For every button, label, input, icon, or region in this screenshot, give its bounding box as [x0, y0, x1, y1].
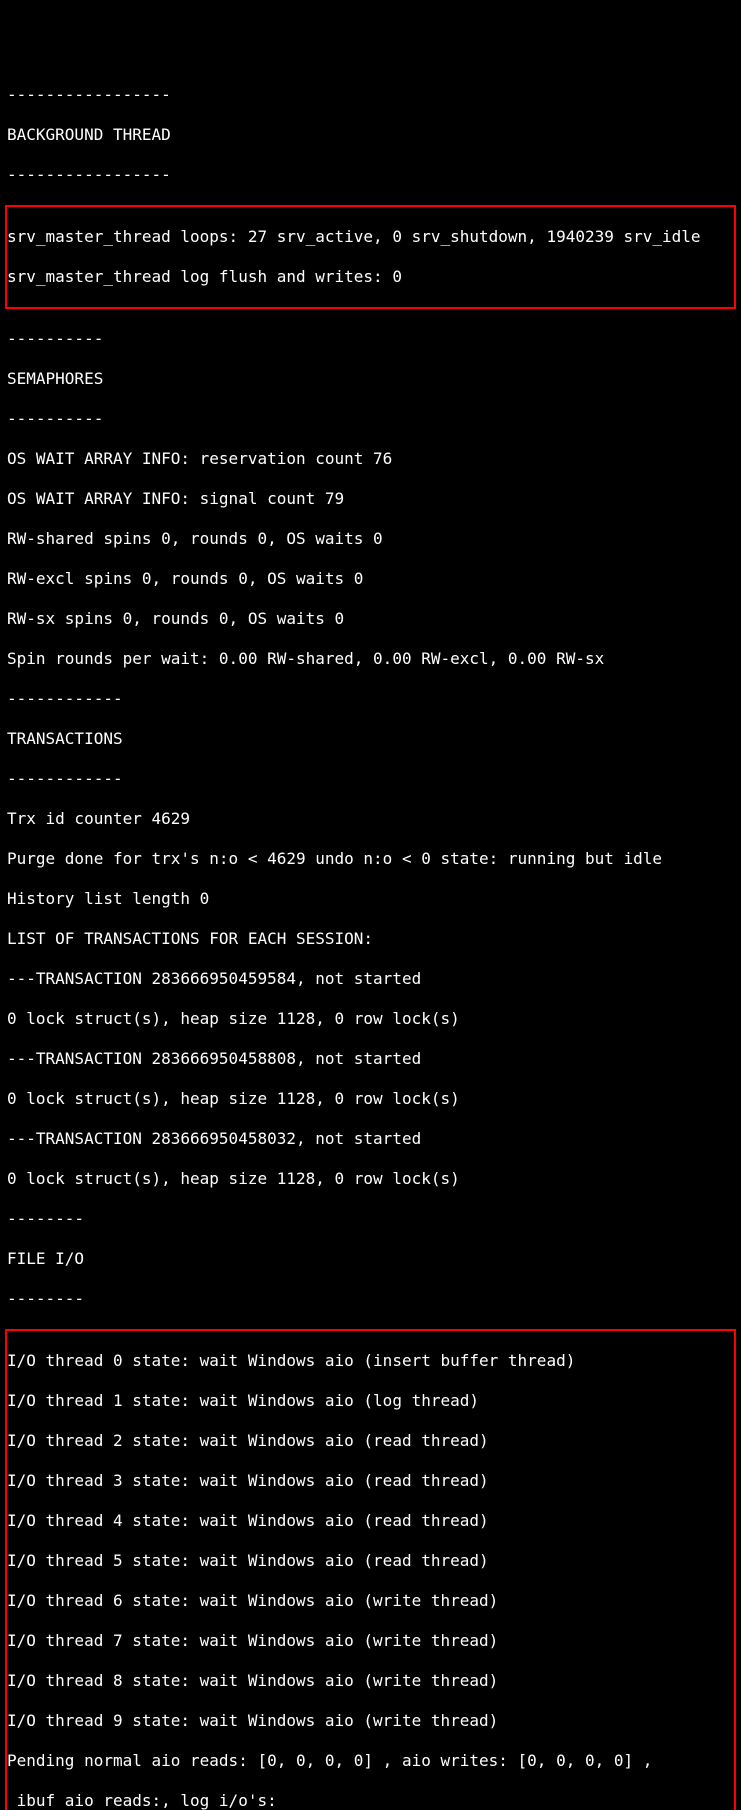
- io-thread-state: I/O thread 8 state: wait Windows aio (wr…: [7, 1671, 734, 1691]
- os-wait-array-signal: OS WAIT ARRAY INFO: signal count 79: [7, 489, 734, 509]
- io-thread-state: I/O thread 2 state: wait Windows aio (re…: [7, 1431, 734, 1451]
- io-thread-state: I/O thread 1 state: wait Windows aio (lo…: [7, 1391, 734, 1411]
- transaction-lock-info: 0 lock struct(s), heap size 1128, 0 row …: [7, 1089, 734, 1109]
- io-thread-state: I/O thread 7 state: wait Windows aio (wr…: [7, 1631, 734, 1651]
- separator: ------------: [7, 689, 734, 709]
- section-title-background-thread: BACKGROUND THREAD: [7, 125, 734, 145]
- separator: -----------------: [7, 85, 734, 105]
- rw-excl-spins: RW-excl spins 0, rounds 0, OS waits 0: [7, 569, 734, 589]
- pending-normal-aio: Pending normal aio reads: [0, 0, 0, 0] ,…: [7, 1751, 734, 1771]
- separator: ------------: [7, 769, 734, 789]
- purge-done: Purge done for trx's n:o < 4629 undo n:o…: [7, 849, 734, 869]
- transactions-list-heading: LIST OF TRANSACTIONS FOR EACH SESSION:: [7, 929, 734, 949]
- os-wait-array-reservation: OS WAIT ARRAY INFO: reservation count 76: [7, 449, 734, 469]
- rw-sx-spins: RW-sx spins 0, rounds 0, OS waits 0: [7, 609, 734, 629]
- transaction-lock-info: 0 lock struct(s), heap size 1128, 0 row …: [7, 1169, 734, 1189]
- section-title-file-io: FILE I/O: [7, 1249, 734, 1269]
- trx-id-counter: Trx id counter 4629: [7, 809, 734, 829]
- highlight-box-file-io: I/O thread 0 state: wait Windows aio (in…: [5, 1329, 736, 1810]
- spin-rounds-per-wait: Spin rounds per wait: 0.00 RW-shared, 0.…: [7, 649, 734, 669]
- separator: ----------: [7, 329, 734, 349]
- highlight-box-background-thread: srv_master_thread loops: 27 srv_active, …: [5, 205, 736, 309]
- srv-master-thread-loops: srv_master_thread loops: 27 srv_active, …: [7, 227, 734, 247]
- transaction-entry: ---TRANSACTION 283666950458032, not star…: [7, 1129, 734, 1149]
- history-list-length: History list length 0: [7, 889, 734, 909]
- ibuf-aio-reads: ibuf aio reads:, log i/o's:: [7, 1791, 734, 1810]
- srv-master-thread-log-flush: srv_master_thread log flush and writes: …: [7, 267, 734, 287]
- transaction-lock-info: 0 lock struct(s), heap size 1128, 0 row …: [7, 1009, 734, 1029]
- separator: --------: [7, 1209, 734, 1229]
- io-thread-state: I/O thread 3 state: wait Windows aio (re…: [7, 1471, 734, 1491]
- io-thread-state: I/O thread 5 state: wait Windows aio (re…: [7, 1551, 734, 1571]
- separator: ----------: [7, 409, 734, 429]
- io-thread-state: I/O thread 0 state: wait Windows aio (in…: [7, 1351, 734, 1371]
- separator: --------: [7, 1289, 734, 1309]
- io-thread-state: I/O thread 9 state: wait Windows aio (wr…: [7, 1711, 734, 1731]
- separator: -----------------: [7, 165, 734, 185]
- transaction-entry: ---TRANSACTION 283666950459584, not star…: [7, 969, 734, 989]
- section-title-transactions: TRANSACTIONS: [7, 729, 734, 749]
- transaction-entry: ---TRANSACTION 283666950458808, not star…: [7, 1049, 734, 1069]
- section-title-semaphores: SEMAPHORES: [7, 369, 734, 389]
- io-thread-state: I/O thread 4 state: wait Windows aio (re…: [7, 1511, 734, 1531]
- rw-shared-spins: RW-shared spins 0, rounds 0, OS waits 0: [7, 529, 734, 549]
- io-thread-state: I/O thread 6 state: wait Windows aio (wr…: [7, 1591, 734, 1611]
